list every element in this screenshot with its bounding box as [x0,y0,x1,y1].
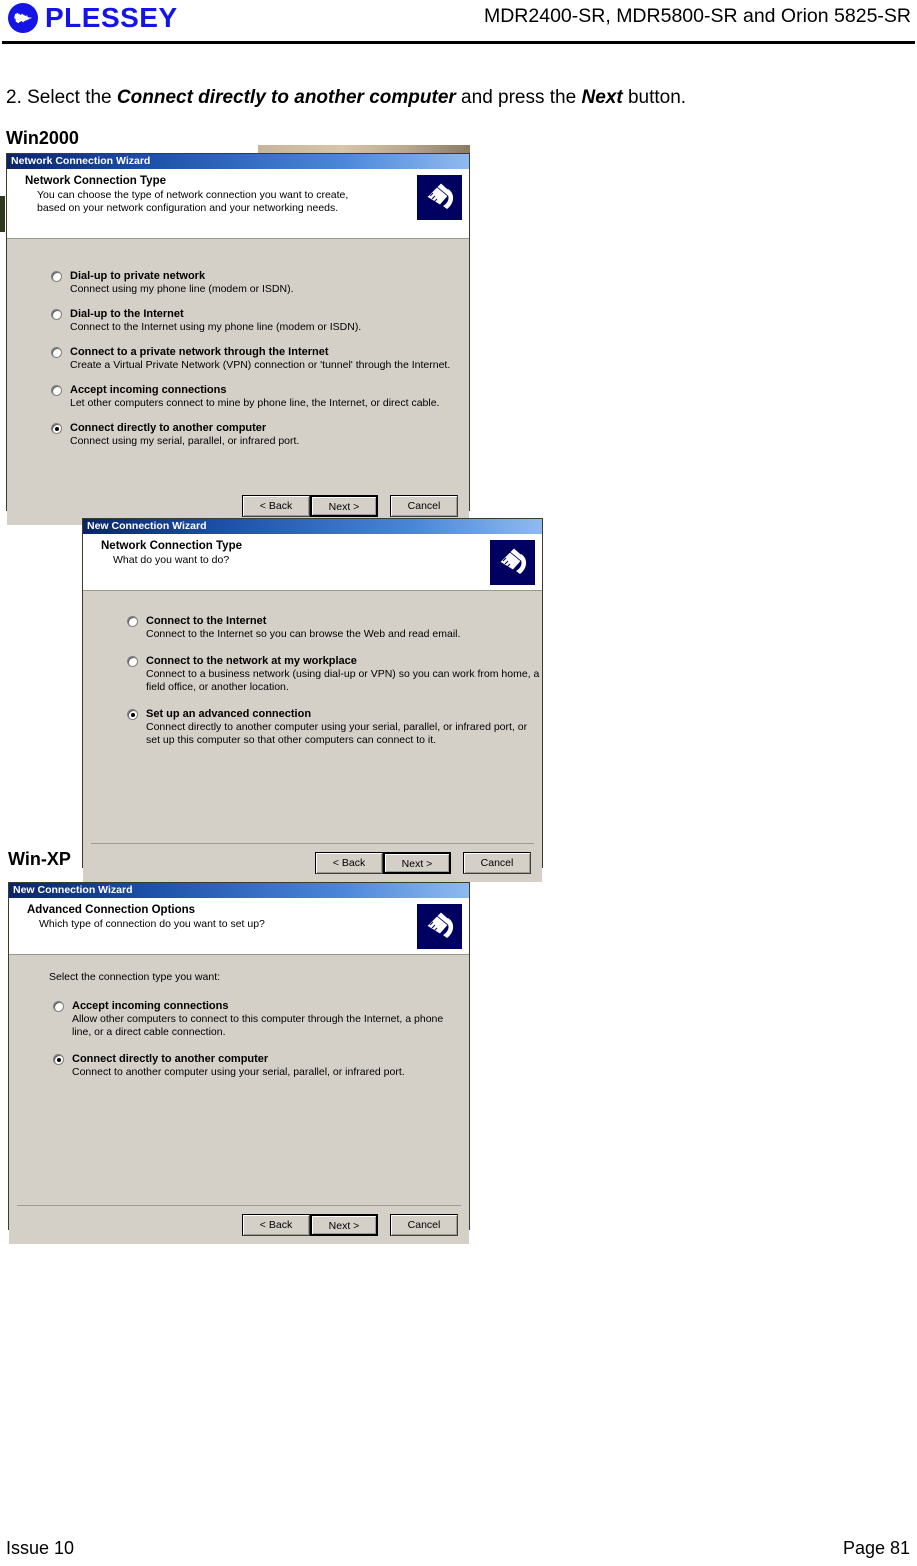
dialog3-title: New Connection Wizard [13,884,133,896]
os-label-winxp: Win-XP [8,849,71,870]
option-connect-network-at-workplace[interactable]: Connect to the network at my workplace C… [127,654,542,694]
network-plug-icon [490,540,535,585]
option-dialup-internet[interactable]: Dial-up to the Internet Connect to the I… [51,307,361,334]
step-emphasis-button: Next [581,87,623,108]
dialog2-titlebar[interactable]: New Connection Wizard [83,519,542,534]
next-button[interactable]: Next > [310,495,378,517]
plessey-wordmark: PLESSEY [45,2,178,33]
scan-edge-artifact [0,196,5,232]
step-middle: and press the [455,87,582,108]
radio-dialup-internet[interactable] [51,309,62,320]
option-description: Connect to the Internet using my phone l… [70,321,362,333]
dialog1-titlebar[interactable]: Network Connection Wizard [7,154,469,169]
footer-issue: Issue 10 [6,1538,75,1558]
network-plug-icon [417,175,462,220]
new-connection-wizard-dialog[interactable]: New Connection Wizard Network Connection… [82,518,543,882]
radio-network-at-workplace[interactable] [127,656,138,667]
cancel-button[interactable]: Cancel [390,495,458,517]
cancel-button[interactable]: Cancel [463,852,531,874]
dialog2-banner: Network Connection Type What do you want… [83,534,542,591]
radio-connect-directly[interactable] [51,423,62,434]
back-button[interactable]: < Back [315,852,383,874]
option-connect-private-network-through-internet[interactable]: Connect to a private network through the… [51,345,450,372]
option-description: Connect using my phone line (modem or IS… [70,283,294,295]
option-accept-incoming-connections[interactable]: Accept incoming connections Allow other … [53,999,452,1039]
option-label: Set up an advanced connection [146,708,312,720]
header-divider [2,41,915,44]
dialog2-footer: < Back Next > Cancel [83,844,542,882]
option-description: Allow other computers to connect to this… [72,1013,444,1038]
option-label: Dial-up to private network [70,270,206,282]
dialog2-banner-subtext: What do you want to do? [113,554,230,566]
dialog2-body: Connect to the Internet Connect to the I… [83,591,542,882]
radio-advanced-connection[interactable] [127,709,138,720]
plessey-waveform-circle-logo [8,3,38,33]
dialog3-footer: < Back Next > Cancel [9,1206,469,1244]
option-description: Let other computers connect to mine by p… [70,397,440,409]
back-button[interactable]: < Back [242,495,310,517]
option-set-up-advanced-connection[interactable]: Set up an advanced connection Connect di… [127,707,542,747]
dialog3-prompt: Select the connection type you want: [49,971,221,983]
option-description: Connect to the Internet so you can brows… [146,628,461,640]
option-label: Accept incoming connections [72,1000,229,1012]
footer-page-number: Page 81 [842,1538,910,1558]
step-suffix: button. [622,87,687,108]
dialog3-banner: Advanced Connection Options Which type o… [9,898,469,955]
option-connect-to-internet[interactable]: Connect to the Internet Connect to the I… [127,614,460,641]
dialog1-body: Dial-up to private network Connect using… [7,239,469,525]
dialog1-banner: Network Connection Type You can choose t… [7,169,469,239]
dialog1-title: Network Connection Wizard [11,155,151,167]
radio-connect-to-internet[interactable] [127,616,138,627]
option-label: Dial-up to the Internet [70,308,184,320]
dialog2-banner-heading: Network Connection Type [101,540,242,552]
next-button[interactable]: Next > [383,852,451,874]
step-emphasis-option: Connect directly to another computer [116,87,456,108]
dialog1-button-row: < Back Next > Cancel [242,495,458,517]
option-accept-incoming-connections[interactable]: Accept incoming connections Let other co… [51,383,439,410]
option-description: Connect to another computer using your s… [72,1066,405,1078]
dialog1-banner-heading: Network Connection Type [25,175,166,187]
radio-connect-directly[interactable] [53,1054,64,1065]
dialog2-title: New Connection Wizard [87,520,207,532]
radio-private-network-vpn[interactable] [51,347,62,358]
option-description: Connect directly to another computer usi… [146,721,528,746]
dialog3-banner-heading: Advanced Connection Options [27,904,196,916]
option-description: Create a Virtual Private Network (VPN) c… [70,359,451,371]
option-label: Connect to the Internet [146,615,267,627]
advanced-connection-options-dialog[interactable]: New Connection Wizard Advanced Connectio… [8,882,470,1244]
option-label: Connect directly to another computer [70,422,267,434]
page-header: PLESSEY MDR2400-SR, MDR5800-SR and Orion… [0,0,917,44]
dialog2-button-row: < Back Next > Cancel [315,852,531,874]
radio-accept-incoming[interactable] [51,385,62,396]
option-label: Connect to the network at my workplace [146,655,357,667]
option-description: Connect to a business network (using dia… [146,668,540,693]
network-connection-wizard-dialog[interactable]: Network Connection Wizard Network Connec… [6,153,470,525]
os-label-win2000: Win2000 [6,128,79,148]
dialog3-button-row: < Back Next > Cancel [242,1214,458,1236]
option-dialup-private-network[interactable]: Dial-up to private network Connect using… [51,269,294,296]
header-product-title: MDR2400-SR, MDR5800-SR and Orion 5825-SR [483,5,911,27]
cancel-button[interactable]: Cancel [390,1214,458,1236]
option-connect-directly-another-computer[interactable]: Connect directly to another computer Con… [51,421,299,448]
step-prefix: 2. Select the [6,87,117,108]
option-label: Connect directly to another computer [72,1053,269,1065]
step-instruction: 2. Select the Connect directly to anothe… [6,87,686,109]
dialog1-banner-subtext: You can choose the type of network conne… [37,189,349,214]
option-connect-directly-another-computer[interactable]: Connect directly to another computer Con… [53,1052,405,1079]
plessey-logo: PLESSEY [8,3,178,33]
dialog3-titlebar[interactable]: New Connection Wizard [9,883,469,898]
option-description: Connect using my serial, parallel, or in… [70,435,300,447]
next-button[interactable]: Next > [310,1214,378,1236]
dialog3-banner-subtext: Which type of connection do you want to … [39,918,265,930]
dialog3-body: Select the connection type you want: Acc… [9,955,469,1244]
option-label: Connect to a private network through the… [70,346,329,358]
network-plug-icon [417,904,462,949]
back-button[interactable]: < Back [242,1214,310,1236]
radio-dialup-private-network[interactable] [51,271,62,282]
radio-accept-incoming[interactable] [53,1001,64,1012]
option-label: Accept incoming connections [70,384,227,396]
